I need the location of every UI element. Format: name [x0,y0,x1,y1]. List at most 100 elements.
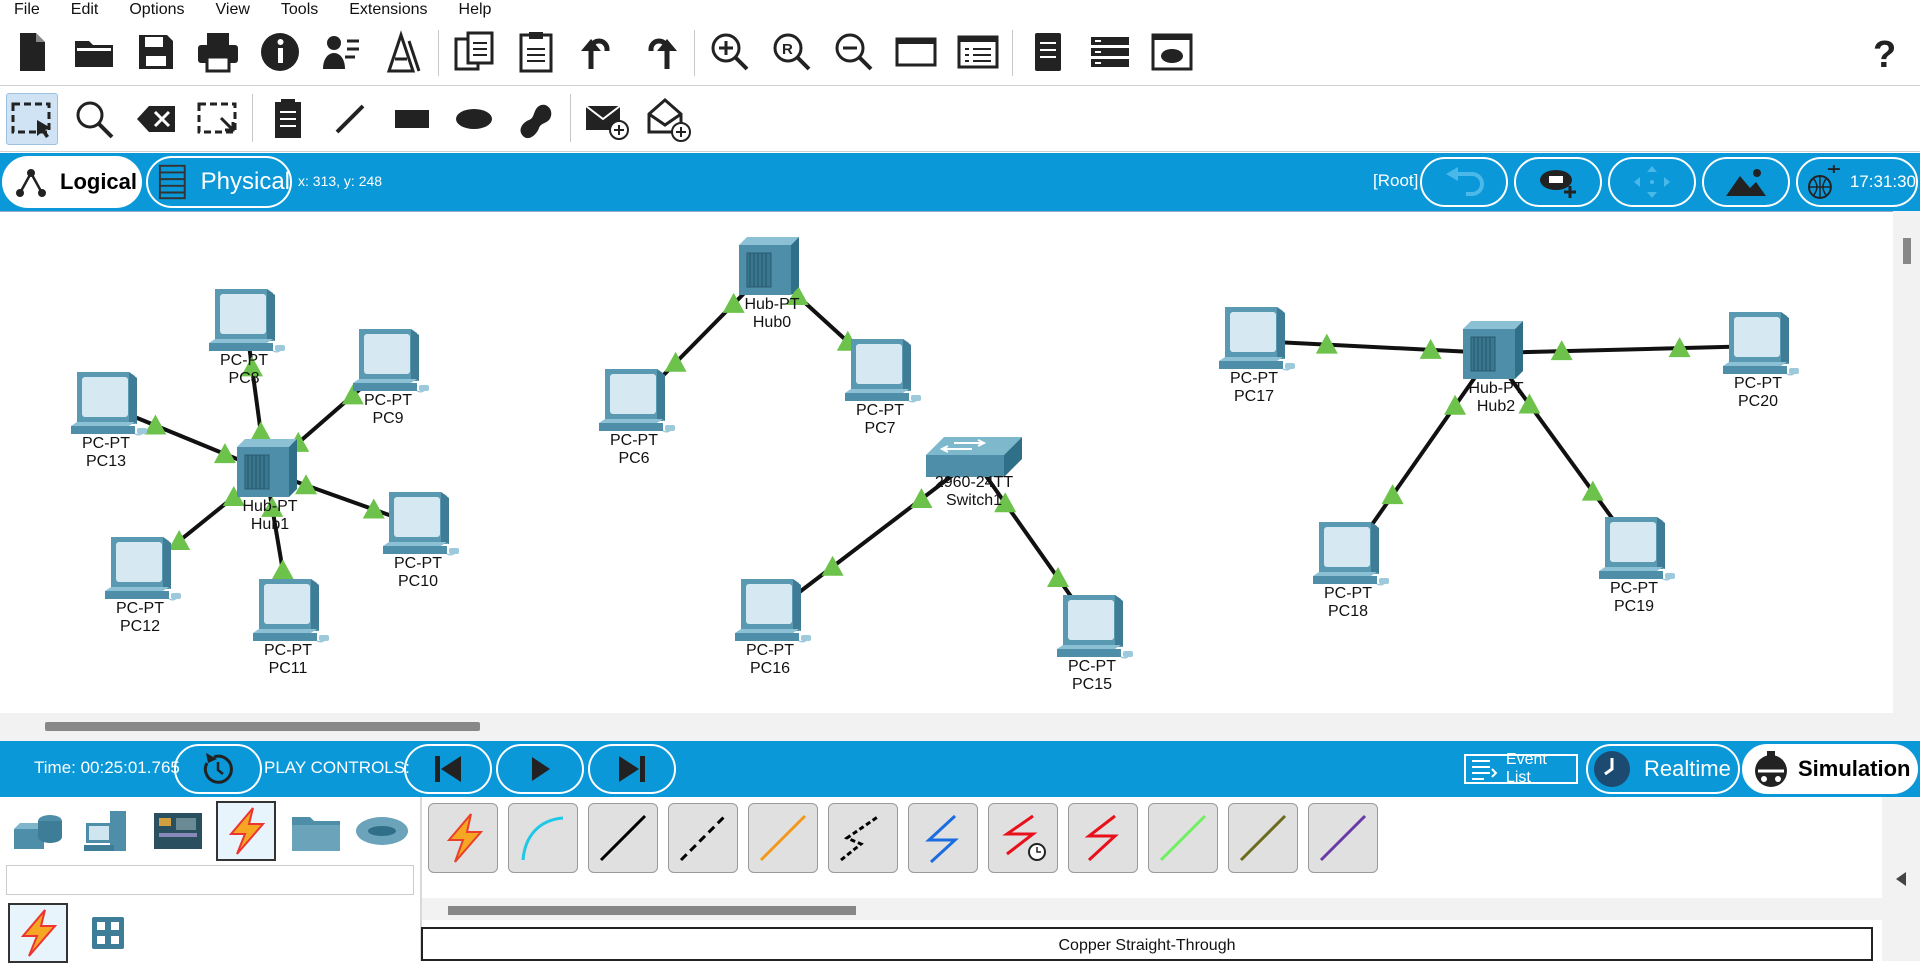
device-pc13[interactable] [63,368,153,442]
end-devices-category[interactable] [78,801,138,861]
menu-edit[interactable]: Edit [57,1,116,19]
move-object-button[interactable] [1608,157,1696,207]
automatic-connection-button[interactable] [428,803,498,873]
select-button[interactable] [6,93,58,145]
simulation-mode-button[interactable]: Simulation [1742,744,1918,794]
device-search-field[interactable] [6,865,414,895]
draw-rectangle-button[interactable] [386,93,438,145]
device-pc17[interactable] [1211,303,1301,377]
back-step-button[interactable] [404,744,492,794]
place-note-button[interactable] [262,93,314,145]
logical-tab[interactable]: Logical [2,156,142,208]
device-pc18[interactable] [1305,518,1395,592]
connections-subcategory[interactable] [8,903,68,963]
device-pc10[interactable] [375,488,465,562]
octal-cable-button[interactable] [1148,803,1218,873]
forward-step-button[interactable] [588,744,676,794]
device-pc11[interactable] [245,575,335,649]
device-pc8[interactable] [201,285,291,359]
freeform-button[interactable] [510,93,562,145]
cable-scroll-thumb[interactable] [448,906,856,915]
window-button[interactable] [890,26,942,78]
document-button[interactable] [1022,26,1074,78]
rack-button[interactable] [1084,26,1136,78]
components-category[interactable] [148,801,208,861]
reset-time-button[interactable] [174,744,262,794]
device-type: PC-PT [1324,585,1372,602]
iot-custom-cable-button[interactable] [1228,803,1298,873]
serial-dce-button[interactable] [988,803,1058,873]
undo-icon [581,38,610,69]
delete-button[interactable] [130,93,182,145]
network-devices-category[interactable] [8,801,68,861]
device-pc7[interactable] [837,335,927,409]
grid-subcategory[interactable] [78,903,138,963]
menu-file[interactable]: File [0,1,57,19]
cloud-window-button[interactable] [1146,26,1198,78]
zoom-out-button[interactable] [828,26,880,78]
set-background-button[interactable] [1702,157,1790,207]
device-pc15[interactable] [1049,591,1139,665]
menu-help[interactable]: Help [445,1,509,19]
resize-button[interactable] [192,93,244,145]
activity-wizard-button[interactable] [316,26,368,78]
physical-tab[interactable]: Physical [146,156,292,208]
copy-button[interactable] [448,26,500,78]
menu-extensions[interactable]: Extensions [335,1,444,19]
zoom-in-icon [711,33,749,71]
device-pc6[interactable] [591,365,681,439]
device-pc12[interactable] [97,533,187,607]
device-type: PC-PT [82,435,130,452]
new-file-button[interactable] [6,26,58,78]
device-pc16[interactable] [727,575,817,649]
inspect-button[interactable] [68,93,120,145]
paste-button[interactable] [510,26,562,78]
list-view-button[interactable] [952,26,1004,78]
device-hub1[interactable] [231,437,301,503]
menu-view[interactable]: View [202,1,267,19]
print-button[interactable] [192,26,244,78]
console-cable-button[interactable] [508,803,578,873]
device-pc9[interactable] [345,325,435,399]
redo-button[interactable] [634,26,686,78]
realtime-mode-button[interactable]: Realtime [1586,744,1740,794]
clock-button[interactable]: 17:31:30 [1796,157,1918,207]
menu-options[interactable]: Options [115,1,201,19]
undo-button[interactable] [572,26,624,78]
horizontal-scroll-thumb[interactable] [45,722,480,731]
open-button[interactable] [68,26,120,78]
draw-ellipse-button[interactable] [448,93,500,145]
add-simple-pdu-button[interactable] [580,93,632,145]
panel-collapse-bar[interactable] [1882,797,1920,961]
back-button[interactable] [1420,157,1508,207]
miscellaneous-category[interactable] [286,801,346,861]
zoom-reset-button[interactable]: R [766,26,818,78]
zoom-in-button[interactable] [704,26,756,78]
event-list-button[interactable]: Event List [1464,751,1578,786]
usb-cable-button[interactable] [1308,803,1378,873]
vertical-scroll-thumb[interactable] [1903,238,1911,264]
info-button[interactable] [254,26,306,78]
vertical-scrollbar[interactable] [1893,211,1920,741]
save-button[interactable] [130,26,182,78]
copper-straight-through-button[interactable] [588,803,658,873]
multiuser-category[interactable] [352,801,412,861]
pdu-button[interactable] [378,26,430,78]
menu-tools[interactable]: Tools [267,1,335,19]
device-type: PC-PT [1610,580,1658,597]
coaxial-button[interactable] [908,803,978,873]
help-button[interactable]: ? [1858,26,1910,78]
device-hub0[interactable] [733,235,803,301]
play-button[interactable] [496,744,584,794]
phone-cable-button[interactable] [828,803,898,873]
device-hub2[interactable] [1457,319,1527,385]
device-pc19[interactable] [1591,513,1681,587]
new-cluster-button[interactable] [1514,157,1602,207]
copper-cross-over-button[interactable] [668,803,738,873]
device-pc20[interactable] [1715,308,1805,382]
draw-line-button[interactable] [324,93,376,145]
add-complex-pdu-button[interactable] [642,93,694,145]
fiber-button[interactable] [748,803,818,873]
connections-category[interactable] [216,801,276,861]
serial-dte-button[interactable] [1068,803,1138,873]
